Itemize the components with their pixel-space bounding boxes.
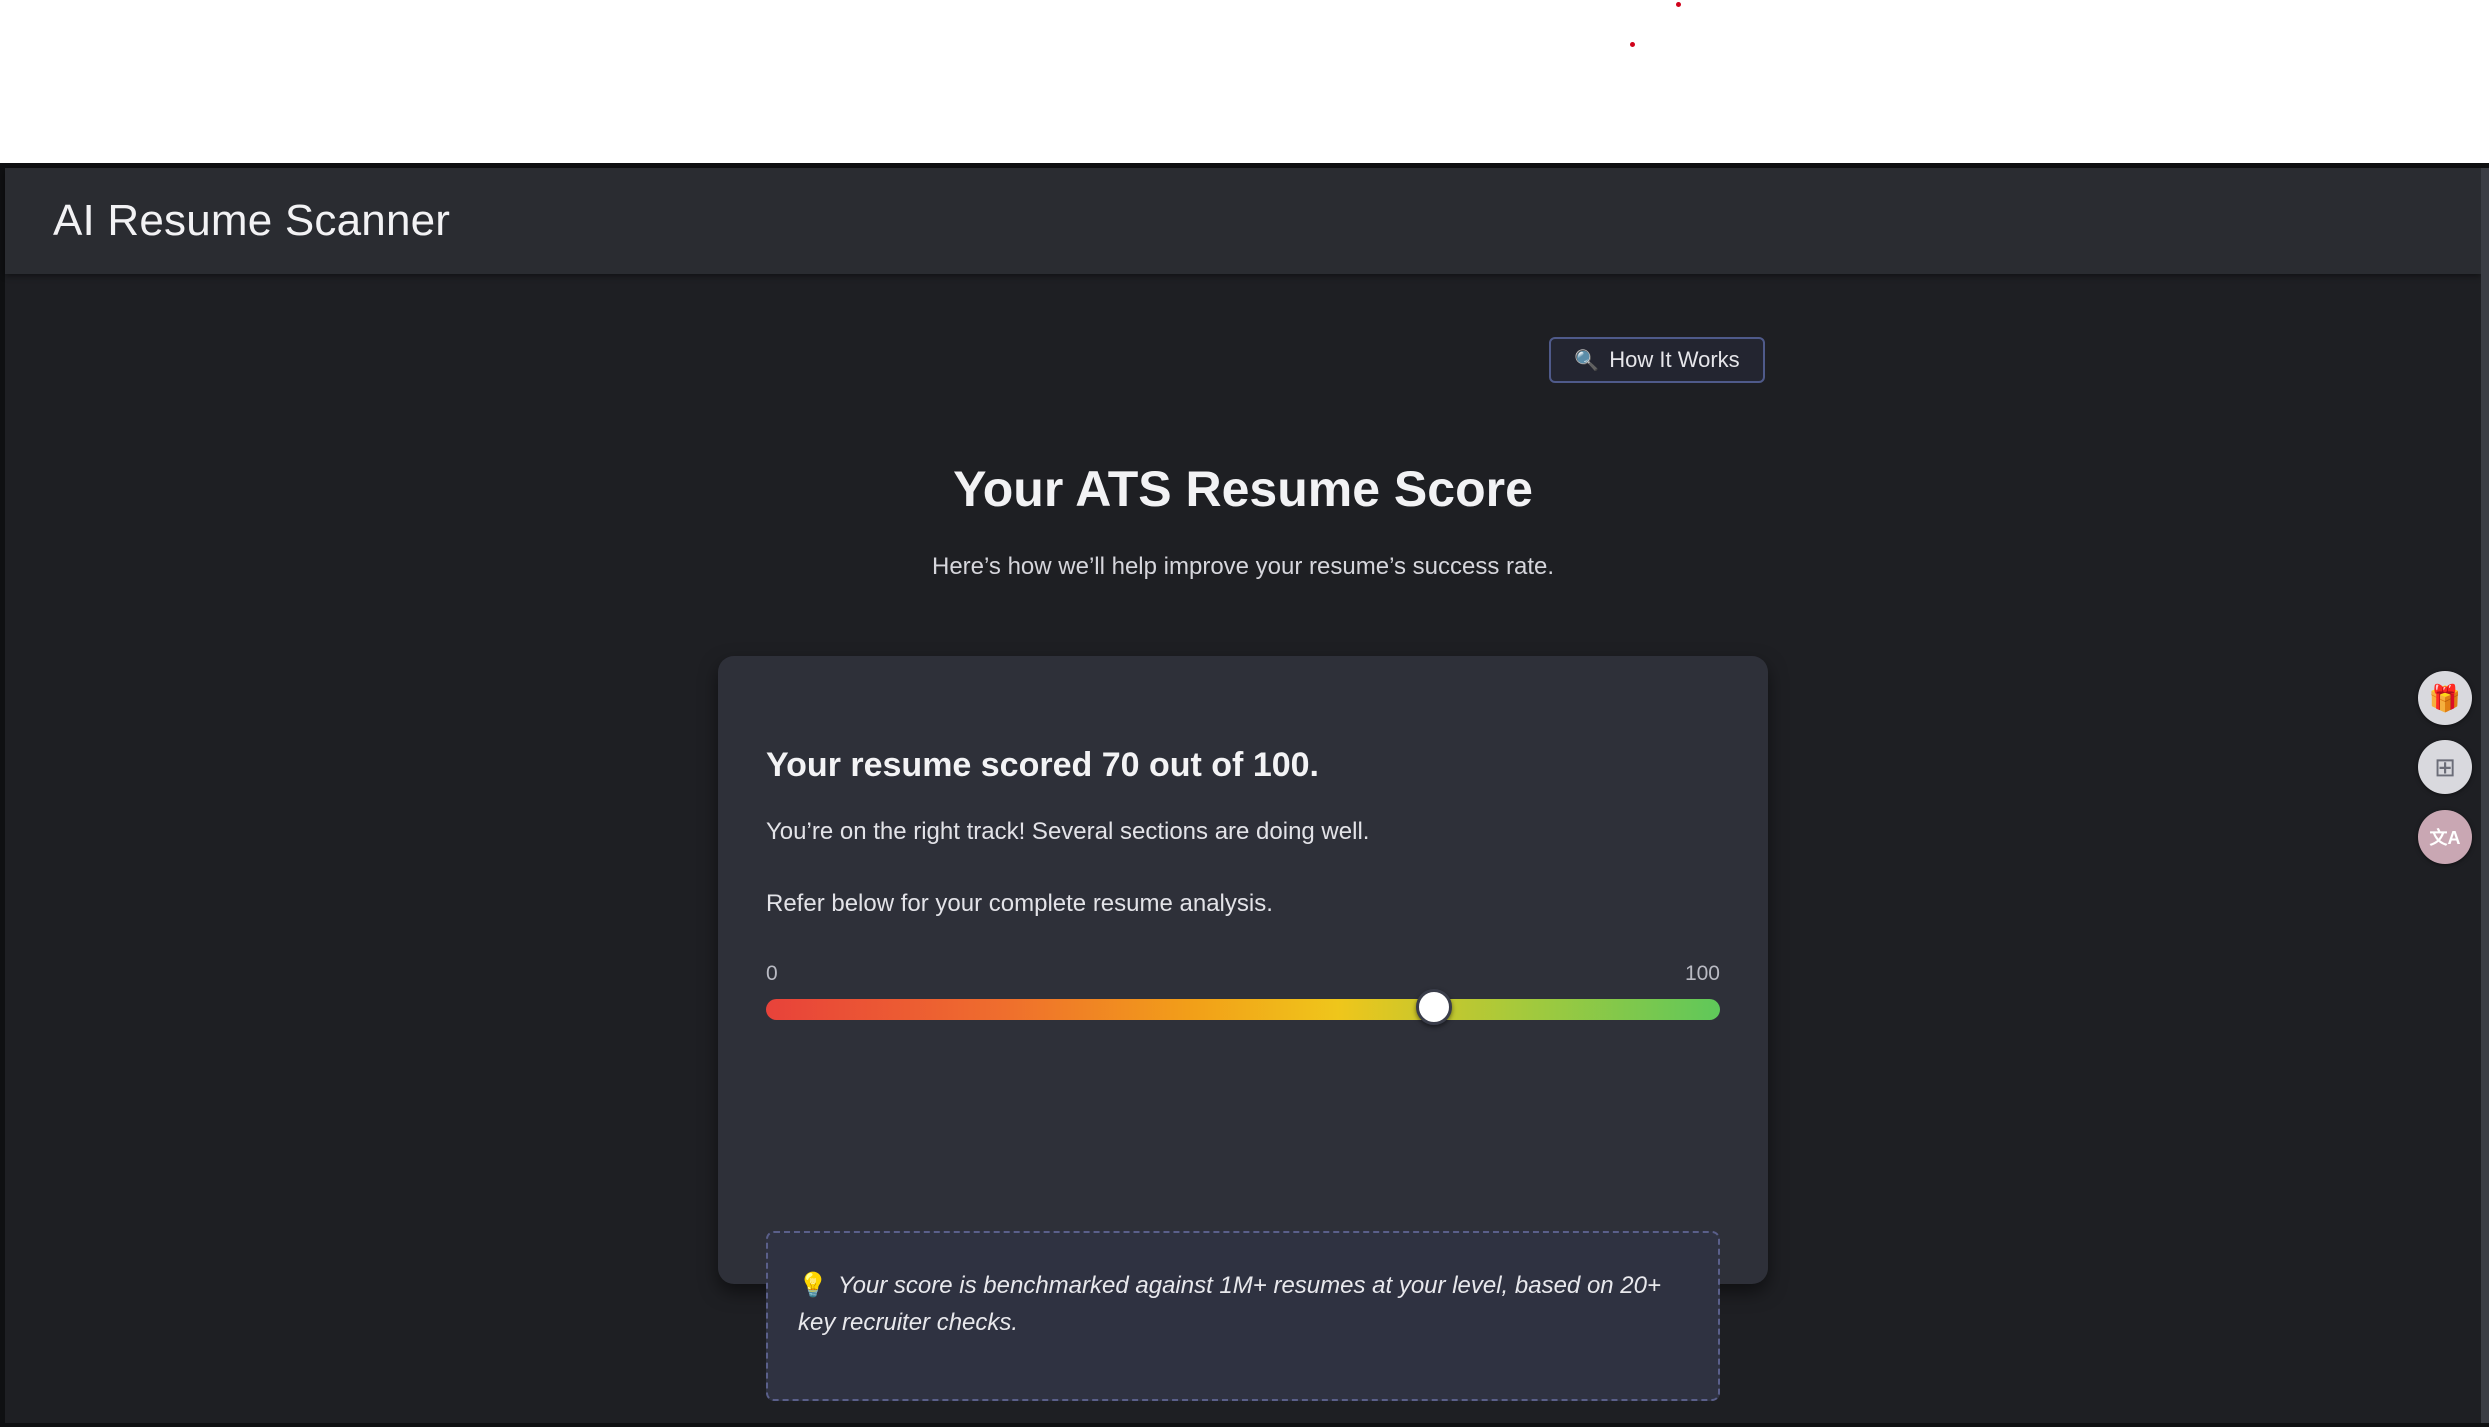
- app-content: AI Resume Scanner 🔍 How It Works Your AT…: [5, 168, 2481, 1423]
- page-subtitle: Here’s how we’ll help improve your resum…: [931, 553, 1555, 580]
- app-title: AI Resume Scanner: [53, 196, 451, 245]
- app-window: AI Resume Scanner 🔍 How It Works Your AT…: [0, 163, 2489, 1427]
- score-refer-text: Refer below for your complete resume ana…: [766, 890, 1273, 917]
- score-range-min: 0: [766, 962, 778, 985]
- benchmark-tip: 💡 Your score is benchmarked against 1M+ r…: [798, 1267, 1688, 1341]
- translate-button[interactable]: 文A: [2418, 810, 2472, 864]
- red-dot-marker: [1676, 2, 1681, 7]
- app-header: AI Resume Scanner: [5, 168, 2481, 274]
- browser-top-area: [0, 0, 2489, 163]
- translate-icon: 文A: [2429, 828, 2461, 848]
- score-gradient-bar: [766, 999, 1720, 1020]
- add-apps-icon: ⊞: [2434, 751, 2456, 782]
- page-title: Your ATS Resume Score: [953, 461, 1533, 517]
- how-it-works-label: How It Works: [1609, 347, 1740, 372]
- red-dot-marker: [1630, 42, 1635, 47]
- gift-button[interactable]: 🎁: [2418, 671, 2472, 725]
- search-icon: 🔍: [1574, 349, 1600, 372]
- score-card: Your resume scored 70 out of 100. You’re…: [718, 656, 1768, 1401]
- lightbulb-icon: 💡: [798, 1272, 828, 1299]
- benchmark-tip-text: Your score is benchmarked against 1M+ re…: [798, 1272, 1662, 1336]
- scrollbar[interactable]: [2481, 168, 2489, 1423]
- score-range-max: 100: [1684, 962, 1720, 985]
- how-it-works-button[interactable]: 🔍 How It Works: [1549, 337, 1765, 383]
- benchmark-tip-box: 💡 Your score is benchmarked against 1M+ r…: [766, 1231, 1720, 1401]
- gift-icon: 🎁: [2428, 682, 2462, 713]
- score-headline: Your resume scored 70 out of 100.: [766, 746, 1319, 784]
- score-slider-thumb[interactable]: [1415, 989, 1452, 1025]
- add-apps-button[interactable]: ⊞: [2418, 740, 2472, 794]
- score-message: You’re on the right track! Several secti…: [766, 818, 1370, 845]
